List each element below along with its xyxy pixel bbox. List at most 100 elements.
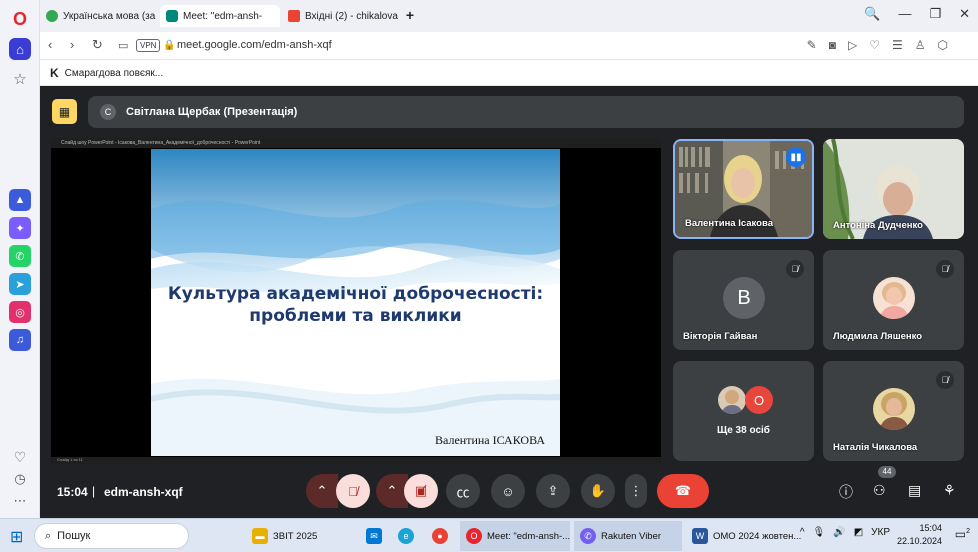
volume-icon[interactable]: 🔊 bbox=[833, 527, 845, 538]
tab-label: Вхідні (2) - chikalovan200 bbox=[305, 10, 398, 22]
opera-logo-icon[interactable]: O bbox=[9, 8, 31, 30]
mic-toggle-button[interactable]: 🎙̸ bbox=[336, 474, 370, 508]
presenter-chip[interactable]: С Світлана Щербак (Презентація) bbox=[88, 96, 964, 128]
maximize-button[interactable]: ❐ bbox=[929, 6, 941, 22]
star-icon[interactable]: ☆ bbox=[9, 68, 31, 90]
camera-toggle-button[interactable]: ▣̸ bbox=[404, 474, 438, 508]
music-icon[interactable]: ♫ bbox=[9, 329, 31, 351]
tab-bar: Українська мова (за проє Meet: "edm-ansh… bbox=[40, 0, 978, 32]
more-options-button[interactable]: ⋮ bbox=[625, 474, 647, 508]
edge-icon: e bbox=[398, 528, 414, 544]
close-button[interactable]: ✕ bbox=[959, 6, 970, 22]
bookmark-label: Смарагдова повєяк... bbox=[64, 67, 164, 79]
participant-name: Людмила Ляшенко bbox=[833, 331, 923, 342]
participant-tile[interactable]: 🎙̸ Людмила Ляшенко bbox=[823, 250, 964, 350]
taskbar-item[interactable]: ● bbox=[426, 521, 454, 551]
participant-tile[interactable]: Антоніна Дудченко bbox=[823, 139, 964, 239]
leave-call-button[interactable]: ☎ bbox=[657, 474, 709, 508]
network-icon[interactable]: ◩ bbox=[854, 527, 863, 538]
tab-label: Українська мова (за проє bbox=[63, 10, 158, 22]
profile-icon[interactable]: ♙ bbox=[915, 38, 926, 52]
window-controls: 🔍 — ❐ ✕ bbox=[864, 6, 970, 22]
participant-avatar bbox=[873, 277, 915, 319]
whatsapp-icon[interactable]: ✆ bbox=[9, 245, 31, 267]
new-tab-button[interactable]: + bbox=[402, 7, 418, 23]
vpn-badge[interactable]: VPN bbox=[136, 39, 161, 52]
telegram-icon[interactable]: ➤ bbox=[9, 273, 31, 295]
taskbar-item[interactable]: ▬ ЗВІТ 2025 bbox=[246, 521, 323, 551]
taskbar-item[interactable]: ✆ Rakuten Viber bbox=[574, 521, 682, 551]
messenger-icon[interactable]: ✦ bbox=[9, 217, 31, 239]
taskbar-search-label: Пошук bbox=[57, 530, 91, 542]
heart-icon[interactable]: ♡ bbox=[9, 446, 31, 468]
taskbar-clock[interactable]: 15:04 22.10.2024 bbox=[897, 522, 942, 548]
presentation-icon[interactable]: ▦ bbox=[52, 99, 77, 124]
search-tabs-icon[interactable]: 🔍 bbox=[864, 6, 880, 22]
home-icon[interactable]: ⌂ bbox=[9, 38, 31, 60]
activities-icon[interactable]: ⚘ bbox=[943, 482, 956, 499]
gmail-favicon-icon bbox=[288, 10, 300, 22]
participant-tile[interactable]: ▮▮ Валентина Ісакова bbox=[673, 139, 814, 239]
url-field[interactable]: meet.google.com/edm-ansh-xqf bbox=[177, 39, 332, 51]
audio-options-button[interactable]: ⌃ bbox=[306, 474, 338, 508]
back-icon[interactable]: ‹ bbox=[48, 37, 52, 52]
chat-icon[interactable]: ▤ bbox=[908, 482, 921, 499]
participant-tile[interactable]: 🎙̸ В Вікторія Гайван bbox=[673, 250, 814, 350]
bookmark-item[interactable]: K Смарагдова повєяк... bbox=[50, 66, 163, 80]
meeting-separator: | bbox=[92, 484, 96, 498]
history-icon[interactable]: ◷ bbox=[9, 468, 31, 490]
lock-icon[interactable]: 🔒 bbox=[163, 40, 175, 51]
participant-tile[interactable]: 🎙̸ Наталія Чикалова bbox=[823, 361, 964, 461]
viber-icon: ✆ bbox=[580, 528, 596, 544]
more-participants-tile[interactable]: О Ще 38 осіб bbox=[673, 361, 814, 461]
tab-ukrainian[interactable]: Українська мова (за проє bbox=[40, 5, 158, 27]
send-icon[interactable]: ▷ bbox=[848, 38, 857, 52]
menu-icon[interactable]: ☰ bbox=[892, 38, 903, 52]
tray-mic-icon[interactable]: 🎙 bbox=[813, 527, 826, 538]
camera-icon[interactable]: ◙ bbox=[829, 38, 836, 52]
minimize-button[interactable]: — bbox=[898, 6, 911, 22]
windows-start-icon[interactable]: ⊞ bbox=[10, 527, 23, 547]
people-icon[interactable]: ⚇ bbox=[873, 482, 886, 499]
present-button[interactable]: ⇪ bbox=[536, 474, 570, 508]
tasks-app-icon[interactable]: ▲ bbox=[9, 189, 31, 211]
taskbar-item[interactable]: e bbox=[392, 521, 420, 551]
windows-taskbar: ⊞ ⌕ Пошук ▬ ЗВІТ 2025 ✉ e ● O Meet: "edm… bbox=[0, 518, 978, 552]
screen: O ⌂ ☆ ▲ ✦ ✆ ➤ ◎ ♫ ♡ ◷ ⋯ Українська мова … bbox=[0, 0, 978, 552]
screen-icon[interactable]: ▭ bbox=[118, 39, 128, 52]
presenter-avatar: С bbox=[100, 104, 116, 120]
captions-button[interactable]: ㏄ bbox=[446, 474, 480, 508]
people-count-badge: 44 bbox=[878, 466, 896, 478]
taskbar-item[interactable]: O Meet: "edm-ansh-... bbox=[460, 521, 570, 551]
heart-bookmark-icon[interactable]: ♡ bbox=[869, 38, 880, 52]
tab-gmail[interactable]: Вхідні (2) - chikalovan200 bbox=[282, 5, 398, 27]
taskbar-search[interactable]: ⌕ Пошук bbox=[34, 523, 189, 549]
clock-time: 15:04 bbox=[919, 523, 942, 533]
bookmark-favicon-icon: K bbox=[50, 66, 59, 80]
mic-off-icon: 🎙̸ bbox=[936, 371, 954, 389]
info-icon[interactable]: ⓘ bbox=[839, 482, 853, 502]
box-icon[interactable]: ⬡ bbox=[938, 38, 948, 52]
language-indicator[interactable]: УКР bbox=[871, 527, 890, 538]
speaking-indicator-icon: ▮▮ bbox=[786, 147, 806, 167]
more-icon[interactable]: ⋯ bbox=[9, 490, 31, 512]
taskbar-item[interactable]: ✉ bbox=[360, 521, 388, 551]
emoji-button[interactable]: ☺ bbox=[491, 474, 525, 508]
instagram-icon[interactable]: ◎ bbox=[9, 301, 31, 323]
notification-icon[interactable]: ▭2 bbox=[955, 527, 970, 541]
ppt-statusbar: Слайд 1 из 11 bbox=[51, 457, 661, 464]
avatar-photo-image bbox=[873, 388, 915, 430]
shared-screen: Слайд шоу PowerPoint - Ісакова_Валентина… bbox=[51, 138, 661, 464]
taskbar-item[interactable]: W ОМО 2024 жовтен... bbox=[686, 521, 801, 551]
tab-meet[interactable]: Meet: "edm-ansh- bbox=[160, 5, 280, 27]
slide-title: Культура академічної доброчесності: проб… bbox=[151, 283, 560, 327]
slide-title-line2: проблеми та виклики bbox=[249, 306, 462, 326]
taskbar-item-label: Meet: "edm-ansh-... bbox=[487, 530, 571, 542]
presentation-slide: Культура академічної доброчесності: проб… bbox=[151, 149, 560, 456]
forward-icon[interactable]: › bbox=[70, 37, 74, 52]
edit-icon[interactable]: ✎ bbox=[807, 38, 817, 52]
reload-icon[interactable]: ↻ bbox=[92, 37, 103, 53]
tray-chevron-icon[interactable]: ^ bbox=[800, 527, 805, 538]
slide-author: Валентина ІСАКОВА bbox=[435, 433, 545, 447]
raise-hand-button[interactable]: ✋ bbox=[581, 474, 615, 508]
